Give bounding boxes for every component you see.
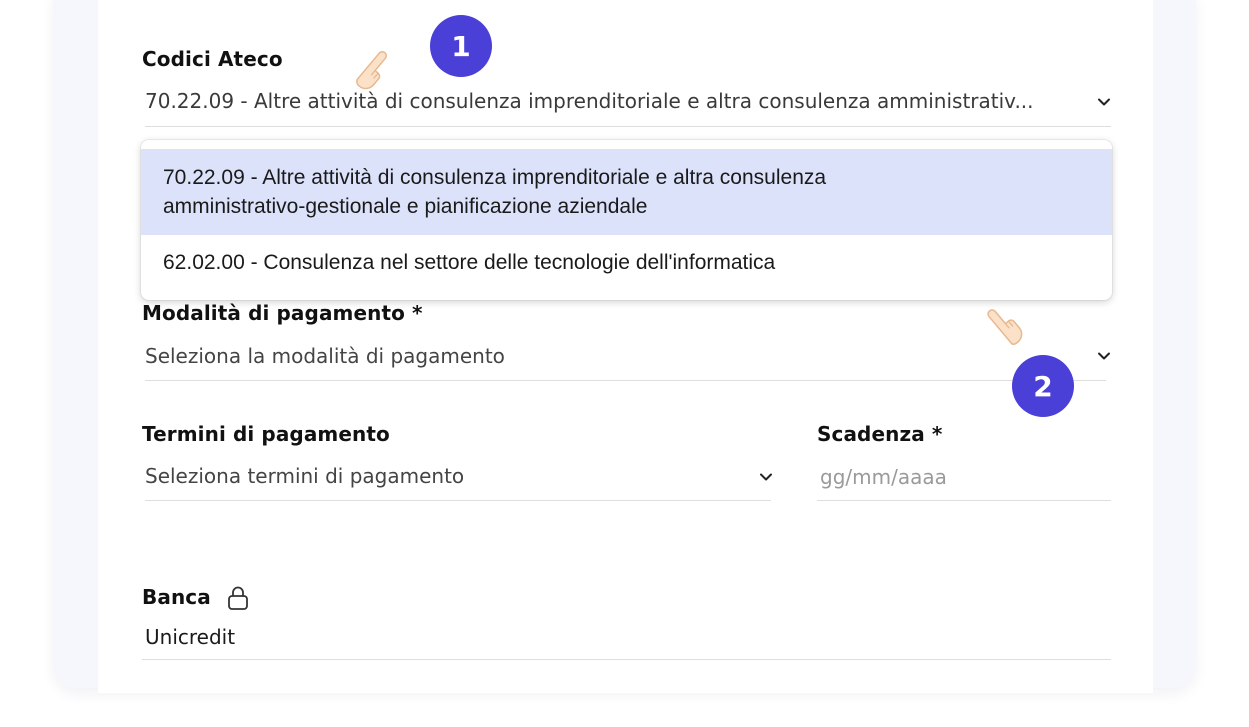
bank-value: Unicredit — [145, 625, 236, 649]
due-date-input[interactable]: gg/mm/aaaa — [820, 465, 947, 489]
bank-label: Banca — [142, 585, 211, 609]
ateco-select-value[interactable]: 70.22.09 - Altre attività di consulenza … — [145, 89, 1034, 113]
step-badge-1: 1 — [430, 15, 492, 77]
lock-icon — [226, 585, 250, 611]
ateco-option-70-22-09[interactable]: 70.22.09 - Altre attività di consulenza … — [141, 149, 1112, 235]
payment-terms-select[interactable]: Seleziona termini di pagamento — [145, 464, 464, 488]
payment-method-select[interactable]: Seleziona la modalità di pagamento — [145, 344, 505, 368]
chevron-down-icon[interactable] — [1095, 93, 1113, 111]
ateco-option-line: amministrativo-gestionale e pianificazio… — [163, 195, 648, 218]
payment-terms-underline — [145, 500, 771, 501]
ateco-option-line: 62.02.00 - Consulenza nel settore delle … — [163, 251, 776, 274]
ateco-dropdown-list: 70.22.09 - Altre attività di consulenza … — [141, 140, 1112, 300]
bank-underline — [142, 659, 1111, 660]
pointing-hand-icon — [344, 38, 400, 98]
ateco-option-line: 70.22.09 - Altre attività di consulenza … — [163, 166, 827, 189]
payment-method-label: Modalità di pagamento * — [142, 301, 423, 325]
ateco-underline — [145, 126, 1111, 127]
due-date-underline — [817, 500, 1111, 501]
step-badge-2: 2 — [1012, 355, 1074, 417]
payment-terms-label: Termini di pagamento — [142, 422, 390, 446]
pointing-hand-icon — [974, 298, 1032, 356]
chevron-down-icon[interactable] — [1095, 347, 1113, 365]
ateco-option-62-02-00[interactable]: 62.02.00 - Consulenza nel settore delle … — [141, 235, 1112, 291]
ateco-label: Codici Ateco — [142, 47, 283, 71]
due-date-label: Scadenza * — [817, 422, 943, 446]
payment-method-underline — [145, 380, 1106, 381]
chevron-down-icon[interactable] — [757, 468, 775, 486]
